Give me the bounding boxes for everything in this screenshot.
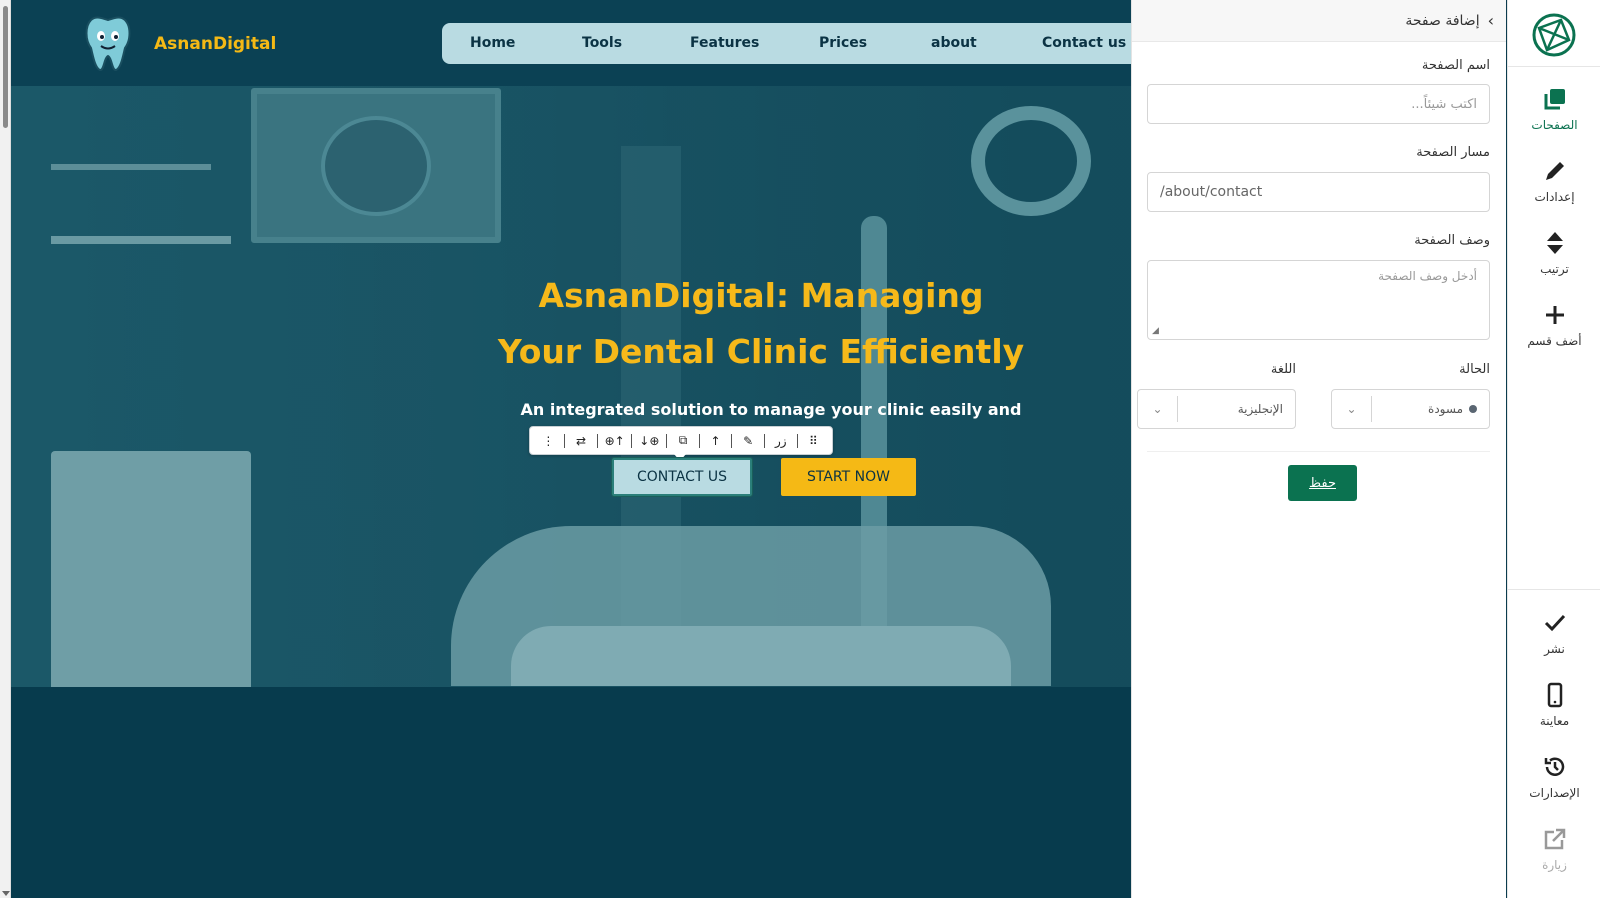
page-canvas: AsnanDigital Home Tools Features Prices … bbox=[11, 0, 1131, 898]
divider bbox=[1147, 451, 1490, 452]
page-path-label: مسار الصفحة bbox=[1416, 145, 1490, 160]
external-link-icon bbox=[1544, 828, 1565, 850]
app-logo-icon[interactable] bbox=[1531, 12, 1577, 58]
page-name-placeholder: اكتب شيئاً... bbox=[1411, 96, 1477, 112]
rail-sort-label: ترتيب bbox=[1540, 262, 1569, 276]
rail-publish[interactable]: نشر bbox=[1508, 610, 1600, 656]
rail-divider bbox=[1508, 589, 1600, 590]
cabinet bbox=[51, 451, 251, 687]
scrollbar-thumb[interactable] bbox=[3, 6, 8, 128]
plus-icon bbox=[1545, 306, 1564, 324]
status-value: مسودة bbox=[1428, 402, 1463, 416]
add-above-icon[interactable]: ⊕↑ bbox=[605, 434, 625, 448]
toolbar-separator bbox=[631, 433, 633, 448]
nav-home[interactable]: Home bbox=[470, 35, 515, 51]
language-select[interactable]: الإنجليزية ⌄ bbox=[1137, 389, 1296, 429]
page-name-input[interactable]: اكتب شيئاً... bbox=[1147, 84, 1490, 124]
add-below-icon[interactable]: ↓⊕ bbox=[639, 434, 659, 448]
chevron-down-icon[interactable]: ⌄ bbox=[1138, 396, 1178, 422]
rail-preview[interactable]: معاينة bbox=[1508, 682, 1600, 728]
nav-tools[interactable]: Tools bbox=[582, 35, 622, 51]
rail-publish-label: نشر bbox=[1544, 642, 1565, 656]
status-label: الحالة bbox=[1459, 362, 1490, 377]
nav-about[interactable]: about bbox=[931, 35, 977, 51]
scroll-down-arrow[interactable] bbox=[2, 891, 10, 896]
save-button[interactable]: حفظ bbox=[1288, 465, 1357, 501]
mobile-icon bbox=[1547, 682, 1562, 708]
toolbar-separator bbox=[666, 433, 668, 448]
add-page-panel: › إضافة صفحة اسم الصفحة اكتب شيئاً... مس… bbox=[1131, 0, 1506, 898]
page-path-input[interactable]: /about/contact bbox=[1147, 172, 1490, 212]
status-dot-icon bbox=[1469, 405, 1477, 413]
rail-versions-label: الإصدارات bbox=[1529, 786, 1580, 800]
nav-features[interactable]: Features bbox=[690, 35, 759, 51]
lamp-head bbox=[971, 106, 1091, 216]
hero-subtitle[interactable]: An integrated solution to manage your cl… bbox=[451, 400, 1091, 419]
chevron-down-icon[interactable]: ⌄ bbox=[1332, 396, 1372, 422]
rail-add-section[interactable]: أضف قسم bbox=[1508, 302, 1600, 348]
check-icon bbox=[1544, 614, 1565, 632]
nav-contact[interactable]: Contact us bbox=[1042, 35, 1126, 51]
rail-divider bbox=[1508, 66, 1600, 67]
arrow-up-icon[interactable]: ↑ bbox=[707, 434, 725, 448]
canvas-scrollbar[interactable] bbox=[0, 0, 11, 898]
element-type-label[interactable]: زر bbox=[772, 434, 790, 448]
rail-preview-label: معاينة bbox=[1539, 714, 1570, 728]
shelf bbox=[51, 164, 211, 170]
rail-versions[interactable]: الإصدارات bbox=[1508, 754, 1600, 800]
language-value: الإنجليزية bbox=[1237, 402, 1283, 416]
pencil-icon[interactable]: ✎ bbox=[739, 434, 757, 448]
copy-icon[interactable]: ⧉ bbox=[674, 433, 692, 448]
sort-icon bbox=[1546, 232, 1563, 254]
toolbar-separator bbox=[763, 433, 765, 448]
rail-sort[interactable]: ترتيب bbox=[1508, 230, 1600, 276]
panel-header: › إضافة صفحة bbox=[1132, 0, 1506, 42]
toolbar-separator bbox=[596, 433, 598, 448]
page-path-value: /about/contact bbox=[1160, 184, 1263, 200]
toolbar-separator bbox=[564, 433, 566, 448]
language-label: اللغة bbox=[1270, 362, 1296, 377]
shelf bbox=[51, 236, 231, 244]
page-desc-textarea[interactable]: أدخل وصف الصفحة ◢ bbox=[1147, 260, 1490, 340]
status-select[interactable]: مسودة ⌄ bbox=[1331, 389, 1490, 429]
element-toolbar: ⋮ ⇄ ⊕↑ ↓⊕ ⧉ ↑ ✎ زر ⠿ bbox=[529, 426, 833, 461]
below-hero-section bbox=[11, 687, 1131, 898]
history-icon bbox=[1544, 757, 1564, 776]
hero-section[interactable] bbox=[11, 86, 1131, 687]
resize-handle-icon[interactable]: ◢ bbox=[1152, 326, 1159, 336]
rail-pages[interactable]: الصفحات bbox=[1508, 86, 1600, 132]
main-nav: Home Tools Features Prices about Contact… bbox=[442, 23, 1131, 64]
toolbar-separator bbox=[796, 433, 798, 448]
nav-prices[interactable]: Prices bbox=[819, 35, 867, 51]
pencil-icon bbox=[1545, 162, 1564, 180]
chair-base bbox=[511, 626, 1011, 686]
site-header: AsnanDigital Home Tools Features Prices … bbox=[11, 0, 1131, 86]
page-desc-placeholder: أدخل وصف الصفحة bbox=[1378, 269, 1477, 283]
editor-rail: الصفحات إعدادات ترتيب أضف قسم نشر معاينة… bbox=[1507, 0, 1600, 898]
toolbar-separator bbox=[731, 433, 733, 448]
pages-icon bbox=[1544, 89, 1565, 110]
brand-name[interactable]: AsnanDigital bbox=[154, 34, 276, 54]
contact-us-button[interactable]: CONTACT US bbox=[611, 457, 753, 497]
drag-handle-icon[interactable]: ⠿ bbox=[804, 434, 822, 448]
more-vertical-icon[interactable]: ⋮ bbox=[539, 434, 557, 448]
panel-title: إضافة صفحة bbox=[1405, 12, 1480, 29]
rail-settings[interactable]: إعدادات bbox=[1508, 158, 1600, 204]
swap-icon[interactable]: ⇄ bbox=[572, 434, 590, 448]
rail-visit-label: زيارة bbox=[1542, 858, 1567, 872]
back-chevron-icon[interactable]: › bbox=[1488, 11, 1494, 30]
rail-add-section-label: أضف قسم bbox=[1527, 334, 1582, 348]
toolbar-separator bbox=[698, 433, 700, 448]
start-now-button[interactable]: START NOW bbox=[781, 458, 916, 496]
page-name-label: اسم الصفحة bbox=[1421, 58, 1490, 73]
hero-title[interactable]: AsnanDigital: Managing Your Dental Clini… bbox=[391, 268, 1131, 380]
rail-visit[interactable]: زيارة bbox=[1508, 826, 1600, 872]
rail-settings-label: إعدادات bbox=[1534, 190, 1575, 204]
rail-pages-label: الصفحات bbox=[1531, 118, 1578, 132]
tooth-poster bbox=[321, 116, 431, 216]
tooth-logo-icon bbox=[85, 16, 131, 71]
hero-title-line1: AsnanDigital: Managing bbox=[538, 276, 984, 315]
page-desc-label: وصف الصفحة bbox=[1414, 233, 1490, 248]
hero-title-line2: Your Dental Clinic Efficiently bbox=[497, 332, 1025, 371]
